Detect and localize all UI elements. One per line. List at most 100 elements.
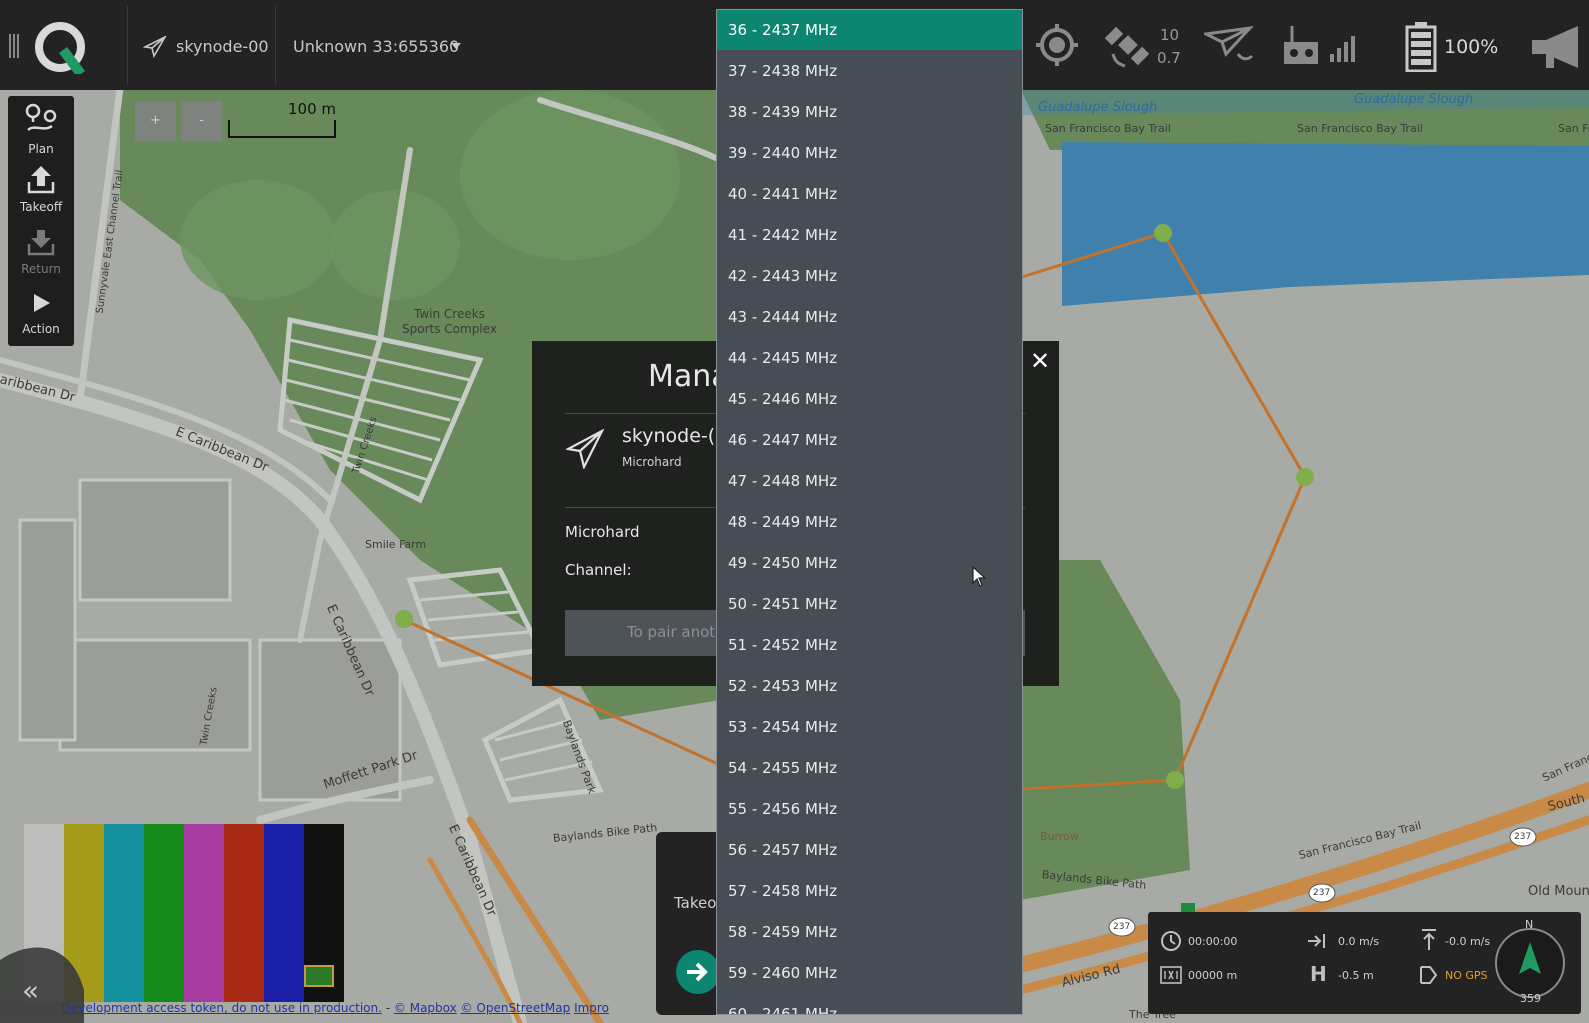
telemetry-plane-icon[interactable]: [1204, 26, 1260, 66]
menu-handle-icon[interactable]: [9, 34, 19, 58]
pair-another-button-label: To pair anot: [627, 623, 716, 641]
takeoff-icon: [27, 166, 55, 194]
channel-option[interactable]: 40 - 2441 MHz: [717, 174, 1022, 214]
gps-status-icon: [1420, 966, 1438, 984]
channel-option[interactable]: 53 - 2454 MHz: [717, 707, 1022, 747]
toolstrip-action-button[interactable]: Action: [8, 286, 74, 348]
instrument-panel[interactable]: 00:00:00 0.0 m/s -0.0 m/s 00000 m H -0.5…: [1148, 912, 1581, 1014]
gps-satellite-icon[interactable]: [1105, 22, 1153, 70]
compass-heading-value: 359: [1520, 992, 1541, 1005]
dialog-device-type: Microhard: [622, 455, 682, 469]
channel-option[interactable]: 60 - 2461 MHz: [717, 994, 1022, 1014]
osm-copyright-link[interactable]: © OpenStreetMap: [461, 1001, 571, 1015]
gps-hdop: 0.7: [1157, 49, 1181, 67]
takeoff-slider-handle[interactable]: [676, 950, 720, 994]
map-attribution: mapbox Development access token, do not …: [4, 1001, 609, 1015]
map-label-guadalupe-slough: Guadalupe Slough: [1038, 100, 1158, 115]
mapbox-copyright-link[interactable]: © Mapbox: [394, 1001, 457, 1015]
channel-option[interactable]: 51 - 2452 MHz: [717, 625, 1022, 665]
channel-option[interactable]: 41 - 2442 MHz: [717, 215, 1022, 255]
toolstrip-action-label: Action: [22, 322, 60, 336]
mouse-cursor-icon: [972, 566, 987, 587]
map-label-smile-farm: Smile Farm: [365, 538, 427, 551]
height-icon: H: [1310, 962, 1327, 986]
toolstrip-plan-button[interactable]: Plan: [8, 100, 74, 162]
mapbox-logo: mapbox: [4, 1001, 58, 1015]
channel-option[interactable]: 48 - 2449 MHz: [717, 502, 1022, 542]
ground-speed-icon: [1308, 934, 1325, 948]
chevron-down-icon[interactable]: [451, 43, 461, 49]
qgc-logo-icon[interactable]: [33, 20, 89, 74]
battery-percent: 100%: [1444, 36, 1499, 58]
dialog-channel-label: Channel:: [565, 561, 632, 579]
channel-option[interactable]: 56 - 2457 MHz: [717, 830, 1022, 870]
route-shield-237: 237: [1313, 888, 1331, 898]
compass-widget[interactable]: N 359: [1483, 916, 1577, 1010]
map-label-twin-creeks: Twin Creeks: [414, 307, 485, 321]
gps-status-value: NO GPS: [1445, 969, 1488, 982]
channel-option[interactable]: 59 - 2460 MHz: [717, 953, 1022, 993]
distance-icon: [1160, 966, 1182, 984]
play-icon: [34, 294, 50, 312]
video-test-pattern[interactable]: «: [0, 824, 344, 1023]
close-icon[interactable]: ✕: [1030, 347, 1050, 375]
route-shield-237: 237: [1514, 832, 1532, 842]
toolstrip-takeoff-button[interactable]: Takeoff: [8, 162, 74, 224]
toolstrip-plan-label: Plan: [28, 142, 54, 156]
dev-token-link[interactable]: Development access token, do not use in …: [62, 1001, 382, 1015]
zoom-in-button[interactable]: +: [135, 101, 176, 141]
channel-option[interactable]: 57 - 2458 MHz: [717, 871, 1022, 911]
height-value: -0.5 m: [1338, 969, 1374, 982]
toolstrip-return-button[interactable]: Return: [8, 224, 74, 286]
channel-option[interactable]: 45 - 2446 MHz: [717, 379, 1022, 419]
map-label-old-mountain: Old Mountai: [1528, 884, 1589, 899]
vehicle-paper-plane-icon: [566, 429, 604, 469]
channel-option[interactable]: 42 - 2443 MHz: [717, 256, 1022, 296]
compass-north-label: N: [1525, 918, 1534, 931]
map-label-guadalupe-slough: Guadalupe Slough: [1354, 92, 1474, 107]
channel-option[interactable]: 55 - 2456 MHz: [717, 789, 1022, 829]
flight-mode-selector[interactable]: Unknown 33:655360: [293, 37, 459, 56]
return-icon: [27, 230, 55, 256]
channel-option[interactable]: 43 - 2444 MHz: [717, 297, 1022, 337]
channel-option[interactable]: 37 - 2438 MHz: [717, 51, 1022, 91]
attribution-separator: -: [381, 1001, 394, 1015]
channel-option[interactable]: 38 - 2439 MHz: [717, 92, 1022, 132]
signal-strength-icon: [1330, 36, 1355, 62]
channel-option[interactable]: 52 - 2453 MHz: [717, 666, 1022, 706]
climb-rate-icon: [1422, 929, 1436, 950]
battery-icon[interactable]: [1405, 22, 1437, 72]
map-label-bay-trail: San Francisco Bay Trail: [1297, 122, 1423, 135]
dialog-device-name: skynode-(: [622, 425, 716, 447]
channel-option[interactable]: 44 - 2445 MHz: [717, 338, 1022, 378]
gimbal-target-icon[interactable]: [1034, 22, 1080, 68]
clock-icon: [1161, 931, 1181, 951]
ground-speed-value: 0.0 m/s: [1338, 935, 1380, 948]
menu-handle-bar: [13, 34, 15, 58]
map-scale-label: 100 m: [288, 100, 337, 118]
improve-map-link[interactable]: Impro: [574, 1001, 609, 1015]
channel-dropdown-list[interactable]: 36 - 2437 MHz 37 - 2438 MHz 38 - 2439 MHz 3…: [716, 9, 1023, 1015]
toolstrip-takeoff-label: Takeoff: [19, 200, 63, 214]
channel-option[interactable]: 54 - 2455 MHz: [717, 748, 1022, 788]
plan-icon: [25, 103, 57, 132]
channel-option[interactable]: 58 - 2459 MHz: [717, 912, 1022, 952]
channel-option[interactable]: 46 - 2447 MHz: [717, 420, 1022, 460]
gps-satellite-count: 10: [1160, 26, 1180, 44]
channel-option[interactable]: 39 - 2440 MHz: [717, 133, 1022, 173]
flight-time-value: 00:00:00: [1188, 935, 1238, 948]
map-label-sports-complex: Sports Complex: [402, 322, 497, 336]
rc-transmitter-icon[interactable]: [1282, 24, 1322, 68]
map-label-burrow: Burrow: [1040, 830, 1079, 843]
toolstrip-return-label: Return: [21, 262, 61, 276]
zoom-out-button[interactable]: -: [181, 101, 222, 141]
megaphone-icon[interactable]: [1528, 24, 1584, 70]
channel-option[interactable]: 47 - 2448 MHz: [717, 461, 1022, 501]
toolbar-separator: [275, 6, 276, 84]
channel-option[interactable]: 36 - 2437 MHz: [717, 10, 1022, 50]
arrow-right-icon: [687, 962, 708, 982]
toolbar-separator: [127, 6, 128, 84]
vehicle-name[interactable]: skynode-00: [176, 37, 269, 56]
channel-option[interactable]: 50 - 2451 MHz: [717, 584, 1022, 624]
map-label-bay-trail: San Fra: [1558, 122, 1589, 135]
